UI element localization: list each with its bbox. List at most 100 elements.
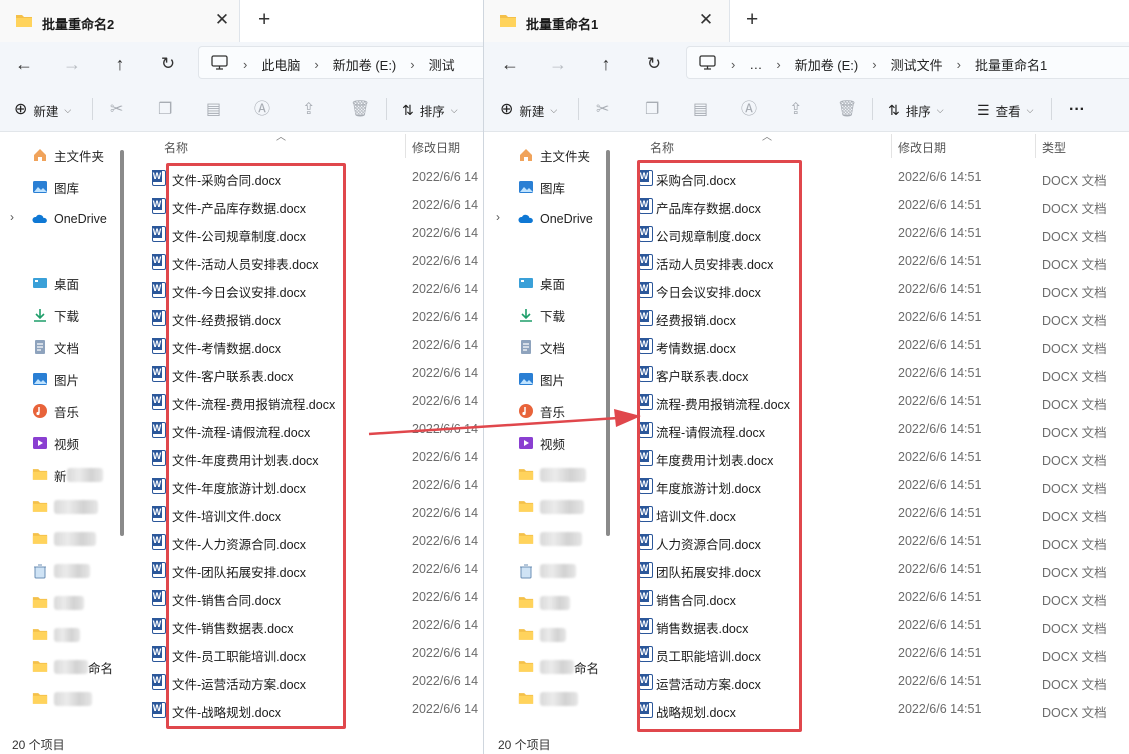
nav-folder[interactable] [518, 624, 566, 646]
column-name[interactable]: 名称 [164, 139, 188, 156]
rename-button[interactable]: Ⓐ [741, 100, 757, 120]
refresh-button[interactable]: ↻ [158, 54, 178, 74]
nav-documents[interactable]: 文档📌 [32, 336, 79, 358]
up-button[interactable]: ↑ [110, 54, 130, 74]
nav-folder[interactable] [32, 592, 84, 614]
address-bar[interactable]: › … › 新加卷 (E:) › 测试文件 › 批量重命名1 [686, 46, 1129, 79]
nav-folder[interactable] [32, 688, 92, 710]
breadcrumb-item[interactable]: 测试文件 [891, 55, 943, 74]
column-divider[interactable] [1035, 134, 1036, 158]
nav-pinned-folder[interactable]: 📌 [518, 496, 584, 518]
expand-chevron-icon[interactable]: › [10, 210, 14, 224]
refresh-button[interactable]: ↻ [644, 54, 664, 74]
breadcrumb-item[interactable]: 此电脑 [261, 55, 300, 74]
nav-onedrive[interactable]: OneDrive [518, 208, 593, 230]
nav-videos[interactable]: 视频📌 [32, 432, 79, 454]
folder-icon [32, 531, 48, 547]
forward-button[interactable]: → [62, 54, 82, 74]
column-type[interactable]: 类型 [1042, 139, 1066, 156]
nav-pinned-folder[interactable]: 新📌 [32, 464, 103, 486]
expand-chevron-icon[interactable]: › [496, 210, 500, 224]
word-document-icon [152, 422, 166, 438]
scissors-icon: ✂ [110, 101, 124, 118]
delete-button[interactable]: 🗑 [837, 100, 857, 120]
nav-gallery[interactable]: 图库 [32, 176, 79, 198]
nav-folder[interactable] [518, 592, 570, 614]
nav-pictures[interactable]: 图片📌 [518, 368, 565, 390]
paste-button[interactable]: ▤ [206, 100, 221, 120]
breadcrumb-item[interactable]: 新加卷 (E:) [333, 55, 397, 74]
address-bar[interactable]: › 此电脑 › 新加卷 (E:) › 测试 [198, 46, 483, 79]
nav-downloads[interactable]: 下载📌 [32, 304, 79, 326]
nav-documents[interactable]: 文档📌 [518, 336, 565, 358]
close-tab-icon[interactable]: ✕ [213, 11, 231, 29]
breadcrumb-item[interactable]: 新加卷 (E:) [795, 55, 859, 74]
chevron-down-icon: ⌵ [64, 104, 72, 115]
rename-button[interactable]: Ⓐ [254, 100, 270, 120]
nav-pinned-folder[interactable]: 📌 [32, 496, 98, 518]
chevron-right-icon: › [243, 57, 248, 72]
up-button[interactable]: ↑ [596, 54, 616, 74]
nav-home[interactable]: 主文件夹 [32, 144, 104, 166]
nav-pinned-recycle[interactable]: 📌 [518, 560, 576, 582]
copy-button[interactable]: ❐ [645, 100, 659, 120]
share-button[interactable]: ⇪ [789, 100, 802, 120]
column-name[interactable]: 名称 [650, 139, 674, 156]
nav-downloads[interactable]: 下载📌 [518, 304, 565, 326]
copy-button[interactable]: ❐ [158, 100, 172, 120]
nav-folder[interactable] [518, 688, 578, 710]
breadcrumb-item[interactable]: 测试 [429, 55, 455, 74]
nav-pinned-recycle[interactable]: 📌 [32, 560, 90, 582]
nav-label: 主文件夹 [54, 149, 105, 164]
new-button[interactable]: ⊕ 新建 ⌵ [14, 100, 71, 120]
back-button[interactable]: ← [14, 54, 34, 74]
nav-music[interactable]: 音乐📌 [518, 400, 565, 422]
nav-onedrive[interactable]: OneDrive [32, 208, 107, 230]
new-label: 新建 [519, 104, 545, 119]
nav-home[interactable]: 主文件夹 [518, 144, 590, 166]
file-date: 2022/6/6 14:51 [898, 478, 982, 492]
back-button[interactable]: ← [500, 54, 520, 74]
nav-desktop[interactable]: 桌面📌 [32, 272, 79, 294]
file-date: 2022/6/6 14 [412, 646, 479, 660]
tab-batch-rename-1[interactable]: 批量重命名1 ✕ [484, 0, 730, 42]
column-divider[interactable] [405, 134, 406, 158]
new-button[interactable]: ⊕ 新建 ⌵ [500, 100, 557, 120]
nav-videos[interactable]: 视频📌 [518, 432, 565, 454]
nav-desktop[interactable]: 桌面📌 [518, 272, 565, 294]
share-button[interactable]: ⇪ [302, 100, 315, 120]
delete-button[interactable]: 🗑 [350, 100, 370, 120]
nav-scrollbar[interactable] [606, 150, 610, 536]
sort-button[interactable]: ⇅ 排序 ⌵ [402, 100, 458, 120]
tab-batch-rename-2[interactable]: 批量重命名2 ✕ [0, 0, 240, 42]
new-tab-button[interactable]: + [258, 9, 270, 31]
nav-pictures[interactable]: 图片📌 [32, 368, 79, 390]
nav-gallery[interactable]: 图库 [518, 176, 565, 198]
file-type: DOCX 文档 [1042, 426, 1107, 440]
nav-folder[interactable]: 命名 [32, 656, 113, 678]
nav-pinned-folder[interactable]: 📌 [518, 528, 582, 550]
close-tab-icon[interactable]: ✕ [697, 11, 715, 29]
nav-folder[interactable] [32, 624, 80, 646]
column-divider[interactable] [891, 134, 892, 158]
cut-button[interactable]: ✂ [596, 100, 609, 120]
nav-pinned-folder[interactable]: 📌 [32, 528, 96, 550]
breadcrumb-overflow[interactable]: … [749, 57, 762, 72]
nav-scrollbar[interactable] [120, 150, 124, 536]
more-options-button[interactable]: ··· [1069, 100, 1085, 120]
forward-button[interactable]: → [548, 54, 568, 74]
new-tab-button[interactable]: + [746, 9, 758, 31]
sort-button[interactable]: ⇅ 排序 ⌵ [888, 100, 944, 120]
chevron-right-icon: › [410, 57, 415, 72]
column-date[interactable]: 修改日期 [412, 139, 460, 156]
nav-pinned-folder[interactable]: 📌 [518, 464, 586, 486]
download-icon [518, 307, 534, 323]
nav-music[interactable]: 音乐📌 [32, 400, 79, 422]
column-date[interactable]: 修改日期 [898, 139, 946, 156]
nav-folder[interactable]: 命名 [518, 656, 599, 678]
view-button[interactable]: ☰ 查看 ⌵ [977, 100, 1033, 120]
breadcrumb-item[interactable]: 批量重命名1 [975, 55, 1047, 74]
paste-button[interactable]: ▤ [693, 100, 708, 120]
file-list: ︿ 名称 修改日期 类型 采购合同.docx2022/6/6 14:51DOCX… [616, 132, 1129, 732]
cut-button[interactable]: ✂ [110, 100, 123, 120]
